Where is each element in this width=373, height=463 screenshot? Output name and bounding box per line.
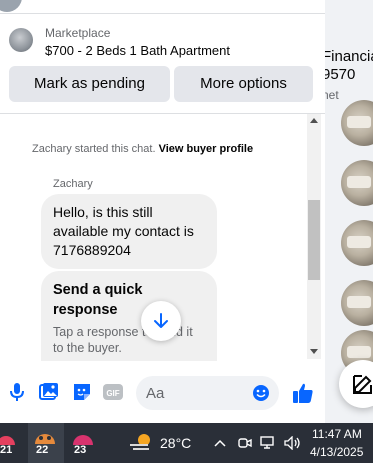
background-line: 9570 [325, 66, 356, 83]
screen: Financia 9570 net Marketplace $700 - 2 B… [0, 0, 373, 463]
gif-icon[interactable]: GIF [102, 382, 124, 402]
more-options-button[interactable]: More options [174, 66, 313, 102]
background-subline: net [325, 88, 339, 102]
listing-image [9, 28, 33, 52]
speedometer-icon [35, 434, 55, 444]
message-input[interactable]: Aa [136, 376, 279, 410]
divider [0, 113, 325, 114]
listing-thumbnail[interactable] [341, 160, 373, 206]
sticker-icon[interactable] [72, 382, 92, 402]
scrollbar-thumb[interactable] [308, 200, 320, 280]
scroll-down-arrow[interactable] [310, 349, 318, 354]
chevron-up-icon[interactable] [214, 438, 226, 448]
chat-header-edge [0, 0, 325, 14]
temperature: 28°C [160, 435, 192, 451]
camera-icon[interactable] [238, 436, 252, 450]
taskbar-badge: 23 [74, 444, 87, 456]
view-buyer-profile-link[interactable]: View buyer profile [159, 143, 254, 155]
chat-started-text: Zachary started this chat. [32, 143, 156, 155]
listing-thumbnail[interactable] [341, 280, 373, 326]
photo-icon[interactable] [39, 382, 59, 402]
arrow-down-icon [154, 313, 168, 328]
quick-response-text: Tap a response to send it to the buyer. [53, 325, 193, 355]
like-icon[interactable] [291, 381, 315, 405]
chat-started-notice: Zachary started this chat. View buyer pr… [32, 143, 253, 155]
quick-response-title: Send a quick response [53, 282, 143, 318]
message-bubble: Hello, is this still available my contac… [41, 194, 217, 269]
taskbar-badge: 21 [0, 444, 13, 456]
microphone-icon[interactable] [9, 382, 25, 402]
listing-title[interactable]: $700 - 2 Beds 1 Bath Apartment [45, 43, 230, 58]
taskbar-app-2[interactable]: 22 [28, 423, 64, 463]
compose-icon [353, 375, 372, 394]
clock-date[interactable]: 4/13/2025 [310, 445, 363, 459]
taskbar: 21 22 23 28°C 11:47 AM 4/13/2025 [0, 423, 373, 463]
scroll-up-arrow[interactable] [310, 118, 318, 123]
quick-response-card[interactable]: Send a quick response Tap a response to … [41, 271, 217, 361]
scrollbar[interactable] [307, 114, 321, 359]
scroll-to-bottom-button[interactable] [141, 301, 181, 341]
volume-icon[interactable] [284, 436, 302, 450]
listing-thumbnail[interactable] [341, 100, 373, 146]
weather-icon [130, 434, 150, 450]
listing-thumbnail[interactable] [341, 220, 373, 266]
background-heading: Financia [325, 48, 373, 65]
chat-panel: Marketplace $700 - 2 Beds 1 Bath Apartme… [0, 0, 325, 423]
network-icon[interactable] [260, 436, 278, 450]
svg-text:GIF: GIF [106, 389, 119, 398]
message-composer: GIF Aa [0, 361, 325, 423]
mark-as-pending-button[interactable]: Mark as pending [9, 66, 170, 102]
taskbar-app-3[interactable]: 23 [66, 423, 102, 463]
listing-label: Marketplace [45, 26, 111, 40]
listing-header[interactable]: Marketplace $700 - 2 Beds 1 Bath Apartme… [0, 16, 325, 66]
sender-name: Zachary [53, 178, 93, 190]
taskbar-app-1[interactable]: 21 [0, 423, 28, 463]
message-input-placeholder: Aa [146, 385, 165, 402]
taskbar-badge: 22 [36, 444, 49, 456]
clock-time[interactable]: 11:47 AM [312, 427, 362, 441]
emoji-icon[interactable] [252, 384, 270, 402]
speedometer-icon [73, 435, 93, 445]
avatar[interactable] [0, 0, 22, 12]
